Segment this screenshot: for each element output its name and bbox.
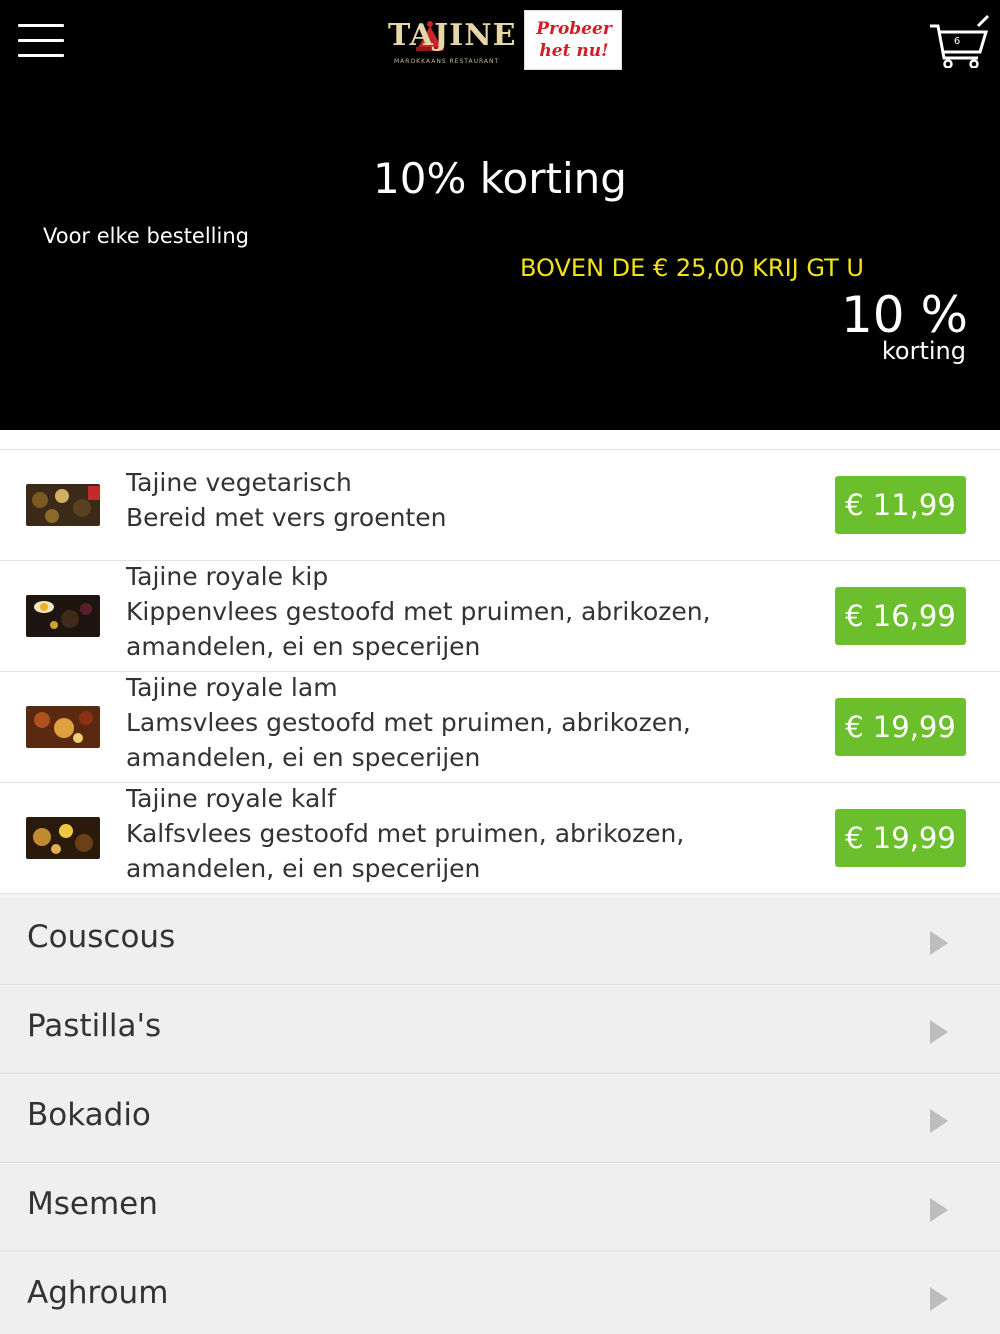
menu-item-name: Tajine royale lam (126, 673, 338, 702)
chevron-right-icon (930, 1287, 948, 1311)
cart-count-badge: 6 (953, 36, 961, 47)
try-now-badge[interactable]: Probeer het nu! (524, 10, 622, 70)
menu-item-name: Tajine vegetarisch (126, 468, 352, 497)
chevron-right-icon (930, 1198, 948, 1222)
hamburger-menu-icon[interactable] (18, 24, 64, 58)
menu-item[interactable]: Tajine royale kalf Kalfsvlees gestoofd m… (0, 783, 1000, 894)
promo-subtext: Voor elke bestelling (43, 224, 249, 248)
menu-item-description-line2: amandelen, ei en specerijen (126, 743, 481, 772)
divider (0, 430, 1000, 450)
promo-title: 10% korting (373, 154, 627, 203)
category-label: Bokadio (27, 1097, 151, 1133)
menu-item-name: Tajine royale kalf (126, 784, 337, 813)
dish-thumbnail (26, 484, 100, 526)
chevron-right-icon (930, 1109, 948, 1133)
category-label: Msemen (27, 1186, 158, 1222)
promo-percentage: 10 % (840, 286, 968, 344)
category-bokadio[interactable]: Bokadio (0, 1074, 1000, 1163)
dish-thumbnail (26, 817, 100, 859)
menu-item-description: Bereid met vers groenten (126, 503, 447, 532)
menu-item-description-line2: amandelen, ei en specerijen (126, 632, 481, 661)
category-couscous[interactable]: Couscous (0, 896, 1000, 985)
category-pastillas[interactable]: Pastilla's (0, 985, 1000, 1074)
restaurant-logo[interactable]: TAJINE MAROKKAANS RESTAURANT (388, 14, 515, 70)
category-label: Aghroum (27, 1275, 169, 1311)
menu-item-description: Kippenvlees gestoofd met pruimen, abriko… (126, 597, 711, 626)
dish-thumbnail (26, 595, 100, 637)
add-to-cart-price-button[interactable]: € 11,99 (835, 476, 966, 534)
add-to-cart-price-button[interactable]: € 19,99 (835, 698, 966, 756)
header: TAJINE MAROKKAANS RESTAURANT Probeer het… (0, 0, 1000, 430)
dish-thumbnail (26, 706, 100, 748)
menu-item-description: Kalfsvlees gestoofd met pruimen, abrikoz… (126, 819, 685, 848)
category-list: Couscous Pastilla's Bokadio Msemen Aghro… (0, 896, 1000, 1334)
menu-item-description-line2: amandelen, ei en specerijen (126, 854, 481, 883)
menu-item[interactable]: Tajine vegetarisch Bereid met vers groen… (0, 450, 1000, 561)
category-aghroum[interactable]: Aghroum (0, 1252, 1000, 1334)
add-to-cart-price-button[interactable]: € 19,99 (835, 809, 966, 867)
shopping-cart-icon[interactable]: 6 (928, 12, 990, 69)
category-label: Couscous (27, 919, 176, 955)
promo-threshold-text: BOVEN DE € 25,00 KRIJ GT U (520, 254, 864, 282)
chevron-right-icon (930, 1020, 948, 1044)
menu-item-name: Tajine royale kip (126, 562, 329, 591)
menu-item-description: Lamsvlees gestoofd met pruimen, abrikoze… (126, 708, 691, 737)
chevron-right-icon (930, 931, 948, 955)
promo-discount-label: korting (881, 337, 966, 365)
add-to-cart-price-button[interactable]: € 16,99 (835, 587, 966, 645)
menu-item[interactable]: Tajine royale kip Kippenvlees gestoofd m… (0, 561, 1000, 672)
category-msemen[interactable]: Msemen (0, 1163, 1000, 1252)
category-label: Pastilla's (27, 1008, 162, 1044)
menu-item[interactable]: Tajine royale lam Lamsvlees gestoofd met… (0, 672, 1000, 783)
menu-item-list: Tajine vegetarisch Bereid met vers groen… (0, 430, 1000, 894)
